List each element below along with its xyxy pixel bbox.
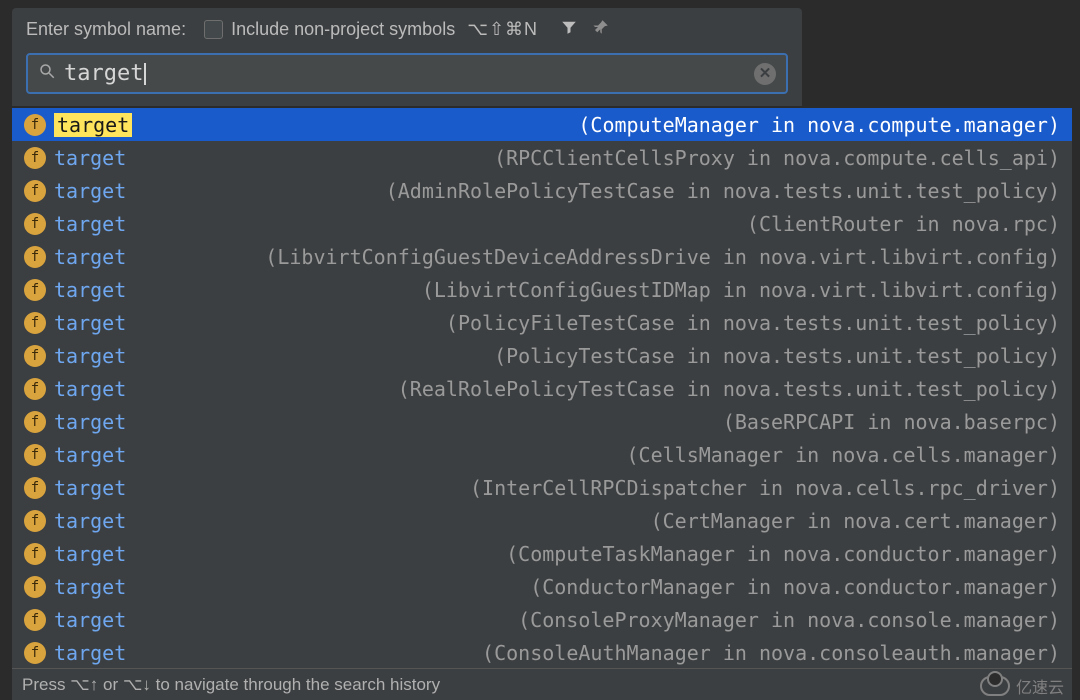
watermark: 亿速云 bbox=[980, 674, 1064, 698]
result-row[interactable]: ftarget (ConsoleAuthManager in nova.conso… bbox=[12, 636, 1072, 668]
result-row[interactable]: ftarget (AdminRolePolicyTestCase in nova.… bbox=[12, 174, 1072, 207]
search-header: Enter symbol name: Include non-project s… bbox=[26, 18, 788, 41]
symbol-location: (ConsoleAuthManager in nova.consoleauth.… bbox=[482, 641, 1060, 665]
symbol-name: target bbox=[54, 410, 126, 434]
field-icon: f bbox=[24, 642, 46, 664]
symbol-name: target bbox=[54, 542, 126, 566]
symbol-location: (CertManager in nova.cert.manager) bbox=[651, 509, 1060, 533]
result-row[interactable]: ftarget (ComputeTaskManager in nova.condu… bbox=[12, 537, 1072, 570]
field-icon: f bbox=[24, 147, 46, 169]
result-row[interactable]: ftarget (CellsManager in nova.cells.manag… bbox=[12, 438, 1072, 471]
watermark-text: 亿速云 bbox=[1016, 674, 1064, 698]
result-row[interactable]: ftarget (LibvirtConfigGuestDeviceAddressD… bbox=[12, 240, 1072, 273]
symbol-name: target bbox=[54, 146, 126, 170]
result-row[interactable]: ftarget (PolicyTestCase in nova.tests.uni… bbox=[12, 339, 1072, 372]
symbol-location: (RealRolePolicyTestCase in nova.tests.un… bbox=[398, 377, 1060, 401]
symbol-name: target bbox=[54, 344, 126, 368]
symbol-name: target bbox=[54, 311, 126, 335]
prompt-label: Enter symbol name: bbox=[26, 19, 186, 40]
field-icon: f bbox=[24, 312, 46, 334]
filter-icon[interactable] bbox=[560, 18, 578, 41]
symbol-location: (ComputeTaskManager in nova.conductor.ma… bbox=[506, 542, 1060, 566]
symbol-name: target bbox=[54, 641, 126, 665]
symbol-location: (PolicyTestCase in nova.tests.unit.test_… bbox=[494, 344, 1060, 368]
symbol-location: (ConsoleProxyManager in nova.console.man… bbox=[518, 608, 1060, 632]
result-row[interactable]: ftarget (RPCClientCellsProxy in nova.comp… bbox=[12, 141, 1072, 174]
result-row[interactable]: ftarget (BaseRPCAPI in nova.baserpc) bbox=[12, 405, 1072, 438]
result-row[interactable]: ftarget (LibvirtConfigGuestIDMap in nova.… bbox=[12, 273, 1072, 306]
text-caret bbox=[144, 63, 146, 85]
symbol-location: (RPCClientCellsProxy in nova.compute.cel… bbox=[494, 146, 1060, 170]
symbol-name: target bbox=[54, 278, 126, 302]
field-icon: f bbox=[24, 609, 46, 631]
symbol-name: target bbox=[54, 377, 126, 401]
symbol-location: (CellsManager in nova.cells.manager) bbox=[627, 443, 1060, 467]
include-nonproject-checkbox[interactable]: Include non-project symbols ⌥⇧⌘N bbox=[204, 19, 538, 40]
symbol-name: target bbox=[54, 476, 126, 500]
symbol-location: (AdminRolePolicyTestCase in nova.tests.u… bbox=[386, 179, 1060, 203]
field-icon: f bbox=[24, 444, 46, 466]
symbol-location: (PolicyFileTestCase in nova.tests.unit.t… bbox=[446, 311, 1060, 335]
checkbox-label: Include non-project symbols bbox=[231, 19, 455, 40]
symbol-location: (LibvirtConfigGuestDeviceAddressDrive in… bbox=[265, 245, 1060, 269]
field-icon: f bbox=[24, 180, 46, 202]
field-icon: f bbox=[24, 543, 46, 565]
checkbox-box[interactable] bbox=[204, 20, 223, 39]
field-icon: f bbox=[24, 477, 46, 499]
result-row[interactable]: ftarget (ConsoleProxyManager in nova.cons… bbox=[12, 603, 1072, 636]
cloud-icon bbox=[980, 676, 1010, 696]
symbol-search-panel: Enter symbol name: Include non-project s… bbox=[12, 8, 802, 106]
symbol-name: target bbox=[54, 509, 126, 533]
field-icon: f bbox=[24, 114, 46, 136]
pin-icon[interactable] bbox=[592, 18, 610, 41]
symbol-location: (InterCellRPCDispatcher in nova.cells.rp… bbox=[470, 476, 1060, 500]
search-input[interactable]: target ✕ bbox=[26, 53, 788, 94]
clear-search-button[interactable]: ✕ bbox=[754, 63, 776, 85]
results-list[interactable]: ftarget(ComputeManager in nova.compute.m… bbox=[12, 108, 1072, 668]
symbol-name: target bbox=[54, 212, 126, 236]
symbol-location: (ComputeManager in nova.compute.manager) bbox=[578, 113, 1060, 137]
result-row[interactable]: ftarget (InterCellRPCDispatcher in nova.c… bbox=[12, 471, 1072, 504]
symbol-name: target bbox=[54, 113, 132, 137]
shortcut-hint: ⌥⇧⌘N bbox=[467, 19, 538, 40]
result-row[interactable]: ftarget (PolicyFileTestCase in nova.tests… bbox=[12, 306, 1072, 339]
search-value: target bbox=[64, 61, 754, 86]
symbol-location: (BaseRPCAPI in nova.baserpc) bbox=[723, 410, 1060, 434]
field-icon: f bbox=[24, 246, 46, 268]
field-icon: f bbox=[24, 213, 46, 235]
symbol-name: target bbox=[54, 608, 126, 632]
field-icon: f bbox=[24, 411, 46, 433]
field-icon: f bbox=[24, 279, 46, 301]
symbol-location: (ClientRouter in nova.rpc) bbox=[747, 212, 1060, 236]
field-icon: f bbox=[24, 576, 46, 598]
result-row[interactable]: ftarget (ConductorManager in nova.conduct… bbox=[12, 570, 1072, 603]
close-icon: ✕ bbox=[759, 66, 772, 81]
symbol-name: target bbox=[54, 575, 126, 599]
hint-text: Press ⌥↑ or ⌥↓ to navigate through the s… bbox=[22, 675, 440, 695]
result-row[interactable]: ftarget (ComputeManager in nova.compute.m… bbox=[12, 108, 1072, 141]
field-icon: f bbox=[24, 510, 46, 532]
symbol-location: (LibvirtConfigGuestIDMap in nova.virt.li… bbox=[422, 278, 1060, 302]
field-icon: f bbox=[24, 378, 46, 400]
symbol-name: target bbox=[54, 179, 126, 203]
result-row[interactable]: ftarget (RealRolePolicyTestCase in nova.t… bbox=[12, 372, 1072, 405]
result-row[interactable]: ftarget (ClientRouter in nova.rpc) bbox=[12, 207, 1072, 240]
symbol-name: target bbox=[54, 443, 126, 467]
field-icon: f bbox=[24, 345, 46, 367]
hint-bar: Press ⌥↑ or ⌥↓ to navigate through the s… bbox=[12, 668, 1072, 700]
symbol-name: target bbox=[54, 245, 126, 269]
result-row[interactable]: ftarget (CertManager in nova.cert.manager… bbox=[12, 504, 1072, 537]
symbol-location: (ConductorManager in nova.conductor.mana… bbox=[530, 575, 1060, 599]
search-icon bbox=[38, 61, 56, 86]
